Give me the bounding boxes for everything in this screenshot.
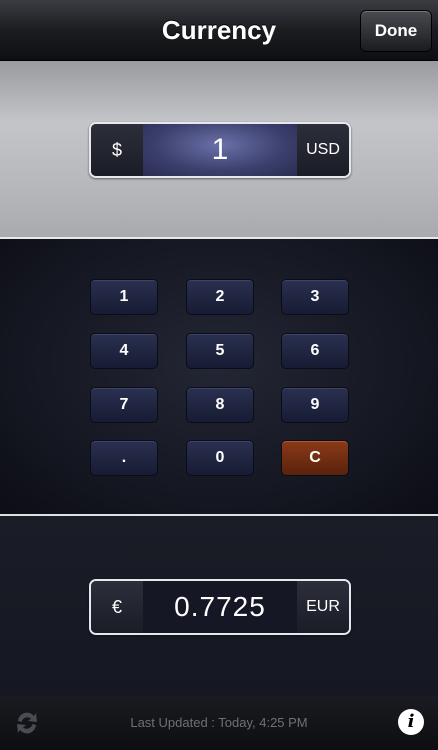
key-3[interactable]: 3: [281, 279, 349, 315]
done-button[interactable]: Done: [360, 10, 432, 52]
key-0[interactable]: 0: [186, 440, 254, 476]
key-9[interactable]: 9: [281, 387, 349, 423]
from-currency-code[interactable]: USD: [297, 124, 349, 176]
last-updated-status: Last Updated : Today, 4:25 PM: [130, 715, 308, 730]
key-8[interactable]: 8: [186, 387, 254, 423]
to-amount-display: 0.7725: [143, 581, 297, 633]
keypad: 1 2 3 4 5 6 7 8 9 . 0 C: [0, 239, 438, 514]
from-amount-display[interactable]: 1: [143, 124, 297, 176]
navigation-bar: Currency Done: [0, 0, 438, 61]
from-currency-field[interactable]: $ 1 USD: [89, 122, 351, 178]
to-currency-code[interactable]: EUR: [297, 581, 349, 633]
key-2[interactable]: 2: [186, 279, 254, 315]
key-6[interactable]: 6: [281, 333, 349, 369]
bottom-toolbar: Last Updated : Today, 4:25 PM i: [0, 696, 438, 750]
to-currency-field[interactable]: € 0.7725 EUR: [89, 579, 351, 635]
key-5[interactable]: 5: [186, 333, 254, 369]
from-currency-symbol: $: [91, 124, 143, 176]
info-icon[interactable]: i: [398, 709, 424, 735]
key-clear[interactable]: C: [281, 440, 349, 476]
to-currency-symbol: €: [91, 581, 143, 633]
key-4[interactable]: 4: [90, 333, 158, 369]
key-decimal[interactable]: .: [90, 440, 158, 476]
key-1[interactable]: 1: [90, 279, 158, 315]
key-7[interactable]: 7: [90, 387, 158, 423]
